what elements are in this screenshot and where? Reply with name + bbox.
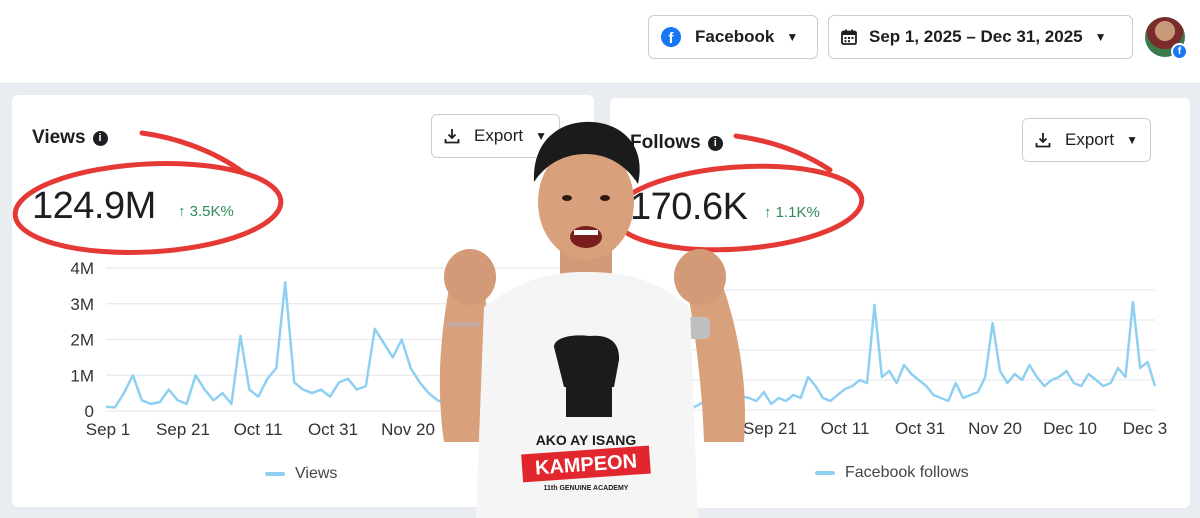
date-range-label: Sep 1, 2025 – Dec 31, 2025 — [869, 27, 1083, 46]
x-tick-label: Nov 20 — [968, 419, 1022, 438]
x-tick-label: Oct 11 — [821, 419, 870, 438]
platform-dropdown[interactable]: f Facebook ▼ — [648, 15, 818, 59]
y-tick-label: 3M — [70, 295, 94, 314]
x-tick-label: Sep 21 — [156, 420, 210, 439]
facebook-badge-icon: f — [1171, 43, 1188, 60]
person-photo: AKO AY ISANG KAMPEON 11th GENUINE ACADEM… — [439, 121, 745, 518]
views-legend-label: Views — [295, 465, 338, 482]
x-tick-label: Oct 31 — [308, 420, 358, 439]
x-tick-label: Oct 31 — [895, 419, 945, 438]
date-range-dropdown[interactable]: Sep 1, 2025 – Dec 31, 2025 ▼ — [828, 15, 1133, 59]
legend-swatch — [815, 471, 835, 475]
y-tick-label: 1M — [70, 366, 94, 385]
chevron-down-icon: ▼ — [1094, 30, 1107, 44]
follows-legend-label: Facebook follows — [845, 464, 969, 481]
follows-legend: Facebook follows — [815, 464, 969, 482]
y-tick-label: 4M — [70, 259, 94, 278]
chevron-down-icon: ▼ — [786, 30, 799, 44]
x-tick-label: Sep 1 — [86, 420, 130, 439]
top-bar: f Facebook ▼ Sep 1, 2025 – Dec 31, 2025 … — [0, 0, 1200, 84]
y-tick-label: 2M — [70, 331, 94, 350]
profile-avatar[interactable]: f — [1145, 17, 1188, 60]
shirt-text-line1: AKO AY ISANG — [536, 432, 637, 448]
calendar-icon — [841, 29, 857, 45]
x-tick-label: Oct 11 — [234, 420, 283, 439]
x-tick-label: Dec 10 — [1043, 419, 1097, 438]
y-tick-label: 0 — [85, 402, 94, 421]
shirt-text-line3: 11th GENUINE ACADEMY — [544, 485, 629, 492]
facebook-icon: f — [661, 27, 681, 47]
x-tick-label: Dec 3 — [1123, 419, 1167, 438]
platform-dropdown-label: Facebook — [695, 27, 775, 46]
views-legend: Views — [265, 465, 337, 483]
legend-swatch — [265, 472, 285, 476]
